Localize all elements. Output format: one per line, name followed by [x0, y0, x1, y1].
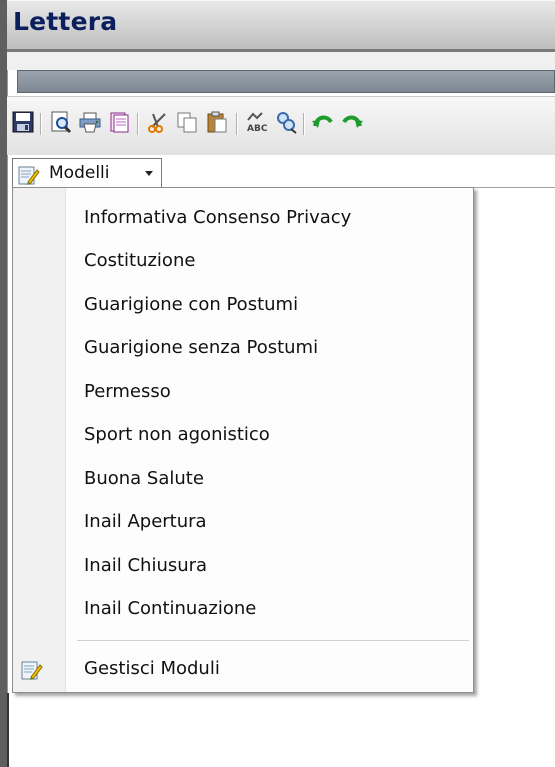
- modelli-label: Modelli: [49, 163, 110, 183]
- menu-item-inail-apertura[interactable]: Inail Apertura: [13, 501, 473, 544]
- menu-item-label: Inail Chiusura: [84, 555, 208, 576]
- menu-item-label: Guarigione con Postumi: [84, 294, 299, 315]
- menu-item-buona-salute[interactable]: Buona Salute: [13, 458, 473, 501]
- menu-item-gestisci-moduli[interactable]: Gestisci Moduli: [13, 648, 473, 691]
- menu-item-inail-continuazione[interactable]: Inail Continuazione: [13, 588, 473, 631]
- menu-item-inail-chiusura[interactable]: Inail Chiusura: [13, 545, 473, 588]
- print-icon[interactable]: [78, 110, 102, 134]
- chevron-down-icon: [145, 171, 153, 176]
- document-icon[interactable]: [107, 110, 131, 134]
- toolbar-separator: [236, 113, 238, 135]
- progress-bar: [17, 70, 555, 93]
- toolbar-separator: [40, 113, 42, 135]
- app-window: Lettera ABC Modelli Informativa Consenso…: [0, 0, 555, 767]
- modelli-dropdown-button[interactable]: Modelli: [12, 158, 162, 188]
- modelli-menu: Informativa Consenso Privacy Costituzion…: [12, 187, 474, 693]
- copy-icon[interactable]: [175, 110, 199, 134]
- cut-icon[interactable]: [146, 110, 170, 134]
- menu-item-label: Sport non agonistico: [84, 424, 270, 445]
- paste-icon[interactable]: [205, 110, 229, 134]
- save-icon[interactable]: [11, 110, 35, 134]
- find-replace-icon[interactable]: [274, 110, 298, 134]
- print-preview-icon[interactable]: [49, 110, 73, 134]
- svg-text:ABC: ABC: [247, 124, 268, 134]
- undo-icon[interactable]: [311, 110, 335, 134]
- menu-item-label: Permesso: [84, 381, 171, 402]
- window-title: Lettera: [13, 7, 118, 36]
- redo-icon[interactable]: [340, 110, 364, 134]
- menu-item-costituzione[interactable]: Costituzione: [13, 240, 473, 283]
- menu-item-label: Costituzione: [84, 250, 196, 271]
- menu-item-label: Inail Continuazione: [84, 598, 257, 619]
- menu-item-informativa-consenso-privacy[interactable]: Informativa Consenso Privacy: [13, 197, 473, 240]
- menu-item-label: Informativa Consenso Privacy: [84, 207, 352, 228]
- menu-item-label: Guarigione senza Postumi: [84, 337, 319, 358]
- menu-item-guarigione-con-postumi[interactable]: Guarigione con Postumi: [13, 284, 473, 327]
- menu-separator: [77, 640, 469, 642]
- menu-item-label: Buona Salute: [84, 468, 204, 489]
- window-frame-left: [0, 0, 8, 767]
- menu-item-label: Gestisci Moduli: [84, 658, 220, 679]
- header-strip: [7, 52, 555, 70]
- menu-item-sport-non-agonistico[interactable]: Sport non agonistico: [13, 414, 473, 457]
- toolbar-separator: [303, 113, 305, 135]
- spellcheck-icon[interactable]: ABC: [245, 110, 269, 134]
- menu-item-permesso[interactable]: Permesso: [13, 371, 473, 414]
- menu-item-label: Inail Apertura: [84, 511, 207, 532]
- content-left-border: [7, 693, 9, 767]
- edit-document-icon: [18, 166, 40, 185]
- title-bar[interactable]: Lettera: [7, 0, 555, 50]
- edit-document-icon: [21, 661, 43, 680]
- menu-item-guarigione-senza-postumi[interactable]: Guarigione senza Postumi: [13, 327, 473, 370]
- toolbar-separator: [137, 113, 139, 135]
